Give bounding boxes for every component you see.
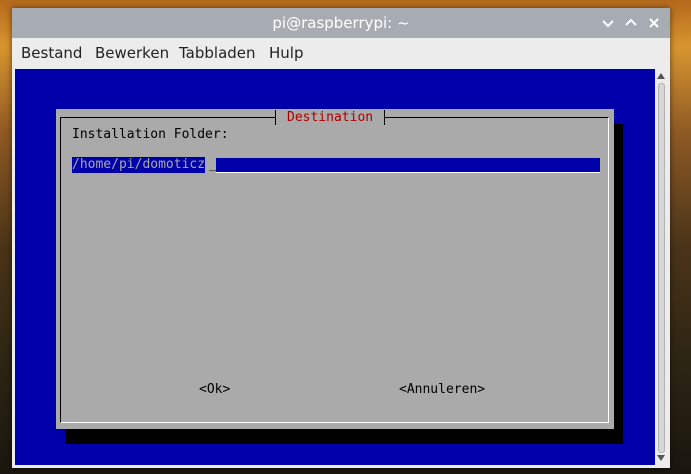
window-title: pi@raspberrypi: ~ — [272, 14, 410, 32]
scroll-down-arrow-icon[interactable] — [657, 455, 665, 461]
installation-folder-input[interactable]: /home/pi/domoticz — [72, 157, 206, 173]
title-bar[interactable]: pi@raspberrypi: ~ — [12, 8, 670, 38]
close-icon — [649, 18, 659, 28]
cancel-button[interactable]: <Annuleren> — [399, 382, 485, 397]
menu-bar: Bestand Bewerken Tabbladen Hulp — [12, 38, 670, 69]
chevron-down-icon — [602, 20, 614, 28]
input-field-fill[interactable] — [216, 158, 600, 173]
scrollbar-thumb[interactable] — [658, 83, 665, 453]
scroll-up-arrow-icon[interactable] — [657, 73, 665, 79]
menu-item-bewerken[interactable]: Bewerken — [95, 44, 169, 62]
vertical-scrollbar[interactable] — [655, 69, 667, 465]
terminal-window: pi@raspberrypi: ~ Bestand Bewerken Tabbl… — [12, 8, 670, 468]
maximize-button[interactable] — [621, 13, 641, 33]
menu-item-hulp[interactable]: Hulp — [269, 44, 303, 62]
close-button[interactable] — [644, 13, 664, 33]
dialog-title: Destination — [275, 110, 386, 125]
minimize-button[interactable] — [598, 13, 618, 33]
terminal-area[interactable]: Destination Installation Folder: /home/p… — [15, 69, 655, 465]
chevron-up-icon — [625, 18, 637, 26]
destination-dialog: Destination Installation Folder: /home/p… — [56, 109, 614, 429]
ok-button[interactable]: <Ok> — [199, 382, 230, 397]
installation-folder-label: Installation Folder: — [72, 127, 229, 142]
menu-item-tabbladen[interactable]: Tabbladen — [179, 44, 256, 62]
menu-item-bestand[interactable]: Bestand — [21, 44, 82, 62]
